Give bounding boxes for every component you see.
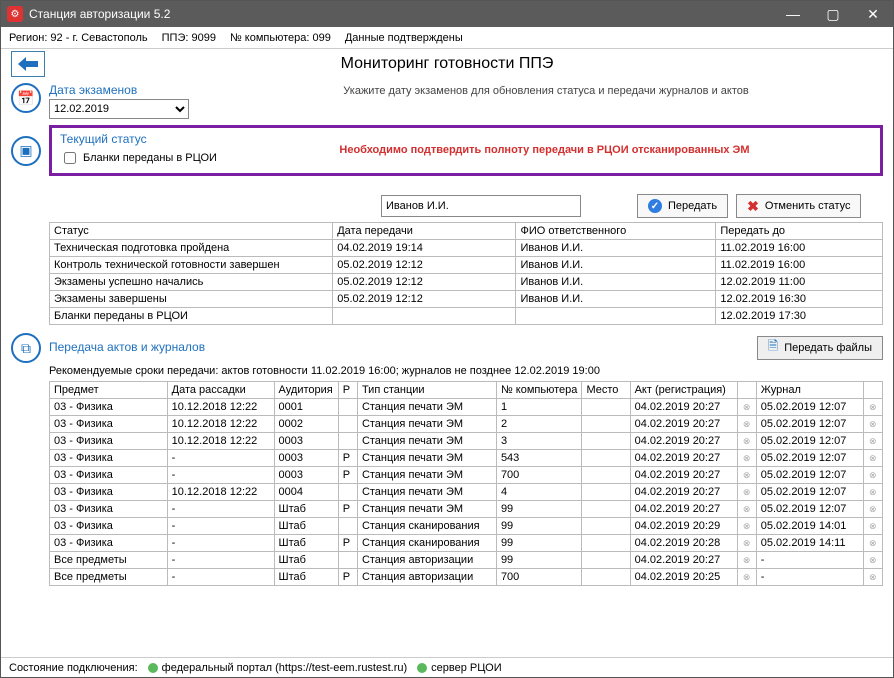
table-row[interactable]: 03 - Физика-ШтабРСтанция сканирования990… bbox=[50, 535, 883, 552]
status-icon: ▣ bbox=[11, 136, 41, 166]
statusbar: Состояние подключения: федеральный порта… bbox=[1, 657, 893, 677]
titlebar: ⚙ Станция авторизации 5.2 — ▢ ✕ bbox=[1, 1, 893, 27]
delete-icon[interactable]: ⊗ bbox=[863, 433, 882, 450]
table-row[interactable]: 03 - Физика10.12.2018 12:220001Станция п… bbox=[50, 399, 883, 416]
table-row[interactable]: 03 - Физика-0003РСтанция печати ЭМ70004.… bbox=[50, 467, 883, 484]
col-seating-date: Дата рассадки bbox=[167, 382, 274, 399]
table-row[interactable]: Все предметы-ШтабРСтанция авторизации700… bbox=[50, 569, 883, 586]
connection-label: Состояние подключения: bbox=[9, 662, 138, 674]
delete-icon[interactable]: ⊗ bbox=[863, 535, 882, 552]
transfer-title: Передача актов и журналов bbox=[49, 340, 205, 354]
table-row[interactable]: Техническая подготовка пройдена04.02.201… bbox=[50, 240, 883, 257]
table-row[interactable]: 03 - Физика10.12.2018 12:220004Станция п… bbox=[50, 484, 883, 501]
delete-icon[interactable]: ⊗ bbox=[737, 501, 756, 518]
col-status: Статус bbox=[50, 223, 333, 240]
fio-input[interactable] bbox=[381, 195, 581, 217]
delete-icon[interactable]: ⊗ bbox=[737, 416, 756, 433]
delete-icon[interactable]: ⊗ bbox=[737, 552, 756, 569]
table-row[interactable]: 03 - Физика-0003РСтанция печати ЭМ54304.… bbox=[50, 450, 883, 467]
delete-icon[interactable]: ⊗ bbox=[863, 484, 882, 501]
exam-date-select[interactable]: 12.02.2019 bbox=[49, 99, 189, 119]
col-subject: Предмет bbox=[50, 382, 168, 399]
file-icon: 🗎 bbox=[768, 337, 778, 359]
table-row[interactable]: 03 - Физика-ШтабРСтанция печати ЭМ9904.0… bbox=[50, 501, 883, 518]
recommended-dates: Рекомендуемые сроки передачи: актов гото… bbox=[49, 365, 883, 377]
current-status-title: Текущий статус bbox=[60, 132, 217, 146]
table-row[interactable]: Бланки переданы в РЦОИ12.02.2019 17:30 bbox=[50, 308, 883, 325]
status-dot-green-icon bbox=[417, 663, 427, 673]
page-title: Мониторинг готовности ППЭ bbox=[1, 55, 893, 73]
col-station-type: Тип станции bbox=[357, 382, 496, 399]
table-row[interactable]: Экзамены завершены05.02.2019 12:12Иванов… bbox=[50, 291, 883, 308]
col-room: Аудитория bbox=[274, 382, 338, 399]
status-dot-green-icon bbox=[148, 663, 158, 673]
close-button[interactable]: ✕ bbox=[853, 1, 893, 27]
col-journal: Журнал bbox=[756, 382, 863, 399]
rcoi-server-status: сервер РЦОИ bbox=[417, 662, 501, 674]
delete-icon[interactable]: ⊗ bbox=[863, 450, 882, 467]
window-title: Станция авторизации 5.2 bbox=[29, 7, 170, 21]
exam-date-title: Дата экзаменов bbox=[49, 83, 189, 97]
col-place: Место bbox=[582, 382, 630, 399]
blanks-sent-checkbox[interactable]: Бланки переданы в РЦОИ bbox=[60, 149, 217, 167]
delete-icon[interactable]: ⊗ bbox=[737, 399, 756, 416]
app-icon: ⚙ bbox=[7, 6, 23, 22]
delete-icon[interactable]: ⊗ bbox=[863, 416, 882, 433]
col-deadline: Передать до bbox=[716, 223, 883, 240]
col-journal-del bbox=[863, 382, 882, 399]
data-confirmed-label: Данные подтверждены bbox=[345, 32, 463, 44]
table-row[interactable]: 03 - Физика10.12.2018 12:220003Станция п… bbox=[50, 433, 883, 450]
delete-icon[interactable]: ⊗ bbox=[863, 518, 882, 535]
computer-label: № компьютера: 099 bbox=[230, 32, 331, 44]
table-row[interactable]: Экзамены успешно начались05.02.2019 12:1… bbox=[50, 274, 883, 291]
exam-date-hint: Укажите дату экзаменов для обновления ст… bbox=[189, 83, 883, 97]
check-icon: ✓ bbox=[648, 199, 662, 213]
delete-icon[interactable]: ⊗ bbox=[863, 501, 882, 518]
table-row[interactable]: 03 - Физика-ШтабСтанция сканирования9904… bbox=[50, 518, 883, 535]
minimize-button[interactable]: — bbox=[773, 1, 813, 27]
delete-icon[interactable]: ⊗ bbox=[737, 569, 756, 586]
delete-icon[interactable]: ⊗ bbox=[863, 467, 882, 484]
cancel-status-button[interactable]: ✖ Отменить статус bbox=[736, 194, 861, 218]
delete-icon[interactable]: ⊗ bbox=[863, 569, 882, 586]
delete-icon[interactable]: ⊗ bbox=[737, 535, 756, 552]
status-table: Статус Дата передачи ФИО ответственного … bbox=[49, 222, 883, 325]
federal-portal-status: федеральный портал (https://test-eem.rus… bbox=[148, 662, 408, 674]
ppe-label: ППЭ: 9099 bbox=[162, 32, 216, 44]
col-send-date: Дата передачи bbox=[333, 223, 516, 240]
transfer-table: Предмет Дата рассадки Аудитория Р Тип ст… bbox=[49, 381, 883, 586]
calendar-icon: 📅 bbox=[11, 83, 41, 113]
header-info: Регион: 92 - г. Севастополь ППЭ: 9099 № … bbox=[1, 27, 893, 49]
col-fio: ФИО ответственного bbox=[516, 223, 716, 240]
delete-icon[interactable]: ⊗ bbox=[737, 433, 756, 450]
send-button[interactable]: ✓ Передать bbox=[637, 194, 728, 218]
col-act-del bbox=[737, 382, 756, 399]
delete-icon[interactable]: ⊗ bbox=[737, 450, 756, 467]
col-computer-no: № компьютера bbox=[496, 382, 582, 399]
delete-icon[interactable]: ⊗ bbox=[737, 467, 756, 484]
col-act: Акт (регистрация) bbox=[630, 382, 737, 399]
table-row[interactable]: Все предметы-ШтабСтанция авторизации9904… bbox=[50, 552, 883, 569]
transfer-icon: ⧉ bbox=[11, 333, 41, 363]
table-row[interactable]: Контроль технической готовности завершен… bbox=[50, 257, 883, 274]
maximize-button[interactable]: ▢ bbox=[813, 1, 853, 27]
col-reserve: Р bbox=[338, 382, 357, 399]
region-label: Регион: 92 - г. Севастополь bbox=[9, 32, 148, 44]
delete-icon[interactable]: ⊗ bbox=[737, 518, 756, 535]
send-files-button[interactable]: 🗎 Передать файлы bbox=[757, 336, 883, 360]
table-row[interactable]: 03 - Физика10.12.2018 12:220002Станция п… bbox=[50, 416, 883, 433]
delete-icon[interactable]: ⊗ bbox=[737, 484, 756, 501]
status-warning: Необходимо подтвердить полноту передачи … bbox=[217, 144, 872, 156]
delete-icon[interactable]: ⊗ bbox=[863, 552, 882, 569]
cancel-icon: ✖ bbox=[747, 198, 759, 215]
delete-icon[interactable]: ⊗ bbox=[863, 399, 882, 416]
